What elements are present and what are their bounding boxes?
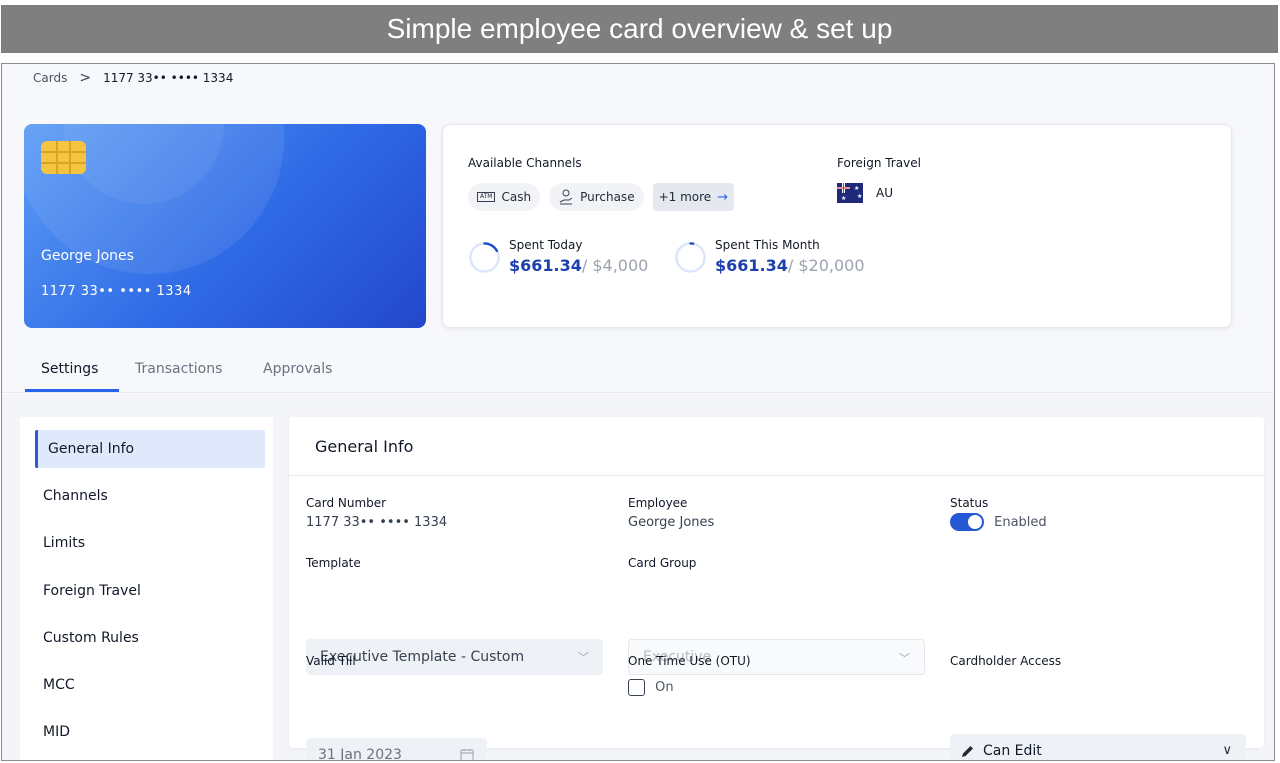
app-window: Cards > 1177 33•• •••• 1334 George Jones… — [1, 63, 1275, 761]
banner-title: Simple employee card overview & set up — [386, 13, 893, 44]
australia-flag-icon: ★ ★ ★ — [837, 183, 863, 203]
breadcrumb: Cards > 1177 33•• •••• 1334 — [33, 70, 233, 86]
sidenav-item-channels[interactable]: Channels — [35, 477, 265, 515]
card-number: 1177 33•• •••• 1334 — [41, 284, 192, 299]
valid-till-value: 31 Jan 2023 — [318, 747, 402, 761]
channel-chip-label: Cash — [501, 190, 532, 204]
spent-this-month: Spent This Month $661.34/ $20,000 — [674, 238, 865, 275]
breadcrumb-cards-link[interactable]: Cards — [33, 71, 67, 85]
slide-banner: Simple employee card overview & set up — [1, 5, 1278, 53]
general-info-panel: General Info Card Number 1177 33•• •••• … — [289, 417, 1264, 760]
hand-coin-icon — [559, 189, 573, 205]
pencil-icon — [962, 745, 973, 757]
valid-till-label: Valid Till — [306, 654, 356, 668]
settings-sidenav: General Info Channels Limits Foreign Tra… — [20, 417, 273, 760]
channel-chips: ATM Cash Purchase +1 more → — [468, 183, 735, 211]
more-channels-button[interactable]: +1 more → — [652, 183, 735, 211]
card-summary-panel: Available Channels ATM Cash Purchase +1 … — [442, 124, 1232, 328]
foreign-travel-country: AU — [876, 186, 893, 200]
spent-today-title: Spent Today — [509, 238, 583, 252]
cardholder-access-select[interactable]: Can Edit ∨ — [950, 734, 1246, 760]
template-field: Template — [306, 556, 361, 570]
breadcrumb-current: 1177 33•• •••• 1334 — [103, 71, 234, 85]
template-label: Template — [306, 556, 361, 570]
panel-title: General Info — [315, 437, 414, 456]
tab-settings[interactable]: Settings — [41, 355, 98, 393]
chevron-down-icon: ∨ — [1222, 743, 1232, 758]
status-value: Enabled — [994, 514, 1047, 530]
channel-chip-purchase[interactable]: Purchase — [549, 183, 644, 211]
calendar-icon — [460, 749, 474, 760]
card-holder-name: George Jones — [41, 248, 134, 264]
atm-icon: ATM — [477, 192, 496, 202]
foreign-travel-title: Foreign Travel — [837, 156, 921, 170]
spend-progress-ring — [675, 242, 706, 273]
employee-label: Employee — [628, 496, 688, 510]
tab-transactions[interactable]: Transactions — [135, 355, 222, 393]
card-number-value: 1177 33•• •••• 1334 — [306, 515, 448, 530]
valid-till-field: Valid Till — [306, 654, 356, 668]
status-field: Status Enabled — [950, 496, 1047, 531]
sidenav-item-limits[interactable]: Limits — [35, 524, 265, 562]
valid-till-input[interactable]: 31 Jan 2023 — [306, 738, 487, 761]
more-channels-label: +1 more — [658, 190, 712, 204]
spent-today-amount: $661.34 — [509, 256, 582, 275]
cardholder-access-value: Can Edit — [983, 743, 1042, 759]
sidenav-item-foreign-travel[interactable]: Foreign Travel — [35, 572, 265, 610]
card-number-label: Card Number — [306, 496, 387, 510]
available-channels-title: Available Channels — [468, 156, 582, 170]
active-tab-indicator — [25, 389, 119, 392]
payment-card: George Jones 1177 33•• •••• 1334 — [24, 124, 426, 328]
sidenav-item-mid[interactable]: MID — [35, 713, 265, 751]
tab-bar: Settings Transactions Approvals — [2, 355, 1274, 393]
otu-value: On — [655, 680, 674, 695]
chevron-right-icon: > — [79, 70, 92, 86]
arrow-right-icon: → — [717, 189, 729, 205]
channel-chip-label: Purchase — [580, 190, 635, 204]
employee-field: Employee George Jones — [628, 496, 714, 530]
otu-checkbox[interactable] — [628, 679, 645, 696]
sidenav-item-general-info[interactable]: General Info — [35, 430, 265, 468]
sidenav-item-custom-rules[interactable]: Custom Rules — [35, 619, 265, 657]
card-group-label: Card Group — [628, 556, 697, 570]
card-group-field: Card Group — [628, 556, 696, 570]
employee-value: George Jones — [628, 515, 715, 530]
spent-month-amount: $661.34 — [715, 256, 788, 275]
spent-today-limit: / $4,000 — [581, 256, 649, 275]
card-chip-icon — [41, 141, 86, 174]
tab-approvals[interactable]: Approvals — [263, 355, 332, 393]
sidenav-item-mcc[interactable]: MCC — [35, 666, 265, 704]
chevron-down-icon: ﹀ — [578, 651, 589, 664]
channel-chip-cash[interactable]: ATM Cash — [468, 183, 541, 211]
spent-today: Spent Today $661.34/ $4,000 — [468, 238, 648, 275]
panel-header: General Info — [289, 417, 1264, 476]
chevron-down-icon: ﹀ — [899, 652, 910, 665]
card-number-field: Card Number 1177 33•• •••• 1334 — [306, 496, 447, 530]
cardholder-access-label: Cardholder Access — [950, 654, 1062, 668]
spend-progress-ring — [469, 242, 500, 273]
spent-month-title: Spent This Month — [715, 238, 820, 252]
spent-month-limit: / $20,000 — [787, 256, 865, 275]
otu-field: One Time Use (OTU) On — [628, 654, 751, 696]
otu-label: One Time Use (OTU) — [628, 654, 751, 668]
cardholder-access-field: Cardholder Access — [950, 654, 1061, 668]
status-toggle[interactable] — [950, 513, 984, 531]
status-label: Status — [950, 496, 989, 510]
